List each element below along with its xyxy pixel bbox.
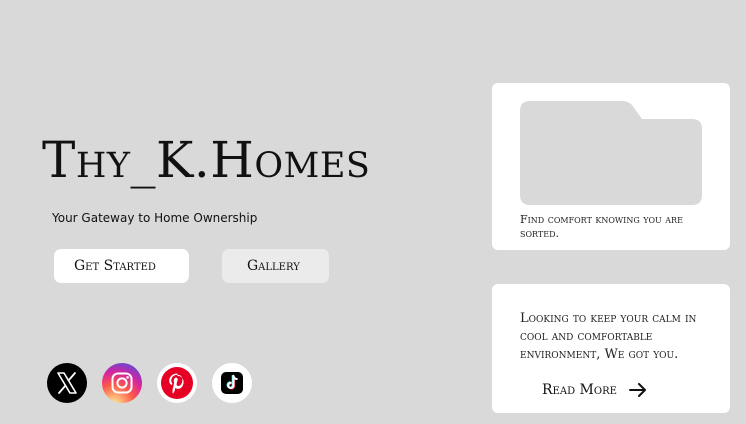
instagram-icon[interactable]	[102, 363, 142, 403]
card-caption: Find comfort knowing you are sorted.	[520, 213, 683, 240]
read-more-link[interactable]: Read More	[542, 382, 647, 398]
arrow-right-icon	[628, 383, 646, 397]
folder-icon	[520, 101, 702, 205]
read-more-label: Read More	[542, 382, 617, 398]
card-description: Looking to keep your calm in cool and co…	[520, 311, 697, 362]
comfort-card: Find comfort knowing you are sorted.	[492, 83, 730, 250]
comfort-info-card: Looking to keep your calm in cool and co…	[492, 284, 730, 413]
pinterest-icon[interactable]	[157, 363, 197, 403]
x-icon[interactable]	[47, 363, 87, 403]
gallery-button[interactable]: Gallery	[222, 249, 329, 283]
get-started-button[interactable]: Get Started	[54, 249, 189, 283]
site-title: Thy_K.Homes	[42, 131, 371, 189]
tiktok-icon[interactable]	[212, 363, 252, 403]
tagline: Your Gateway to Home Ownership	[52, 211, 258, 225]
